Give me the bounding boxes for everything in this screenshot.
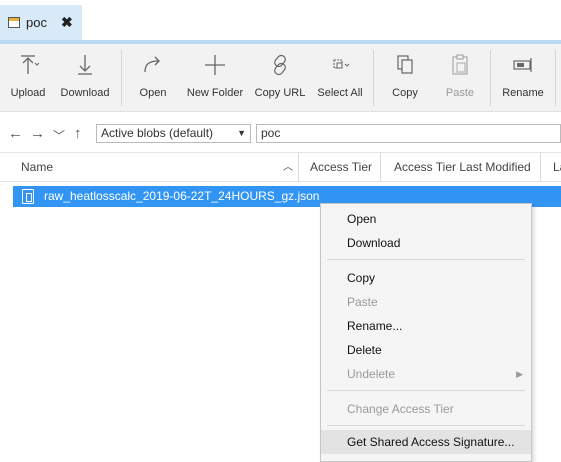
blob-filter-select[interactable]: Active blobs (default) ▼	[96, 124, 251, 143]
sort-up-icon: ︿	[283, 162, 293, 173]
menu-item-get-sas[interactable]: Get Shared Access Signature...	[321, 430, 531, 454]
menu-item-open[interactable]: Open	[321, 207, 531, 231]
toolbar-divider	[373, 50, 374, 106]
column-divider[interactable]	[540, 153, 541, 182]
dropdown-arrow-icon: ▼	[237, 128, 246, 138]
plus-icon	[205, 55, 225, 75]
tab-bar: poc ✖	[0, 0, 561, 44]
column-access-tier-modified[interactable]: Access Tier Last Modified	[394, 153, 531, 182]
open-label: Open	[139, 87, 167, 99]
column-divider[interactable]	[380, 153, 381, 182]
upload-icon	[21, 55, 40, 74]
column-header: Name ︿ Access Tier Access Tier Last Modi…	[0, 152, 561, 182]
address-bar: ← → ﹀ ↑ Active blobs (default) ▼ poc	[0, 120, 561, 148]
upload-button[interactable]: Upload	[6, 52, 50, 108]
copy-icon	[397, 55, 413, 74]
menu-separator	[327, 259, 525, 260]
toolbar-divider	[555, 50, 556, 106]
blob-filter-value: Active blobs (default)	[101, 126, 214, 140]
forward-arrow-icon[interactable]: →	[30, 125, 45, 142]
copy-url-button[interactable]: Copy URL	[255, 52, 305, 108]
paste-button: Paste	[441, 52, 479, 108]
menu-item-copy[interactable]: Copy	[321, 266, 531, 290]
chevron-down-icon[interactable]: ﹀	[53, 127, 65, 144]
toolbar-divider	[490, 50, 491, 106]
select-all-icon	[333, 59, 350, 69]
link-icon	[274, 54, 286, 76]
download-button[interactable]: Download	[58, 52, 112, 108]
new-folder-button[interactable]: New Folder	[186, 52, 244, 108]
tab-poc[interactable]: poc ✖	[0, 5, 82, 40]
tab-label: poc	[26, 15, 47, 30]
menu-item-undelete: Undelete ▶	[321, 362, 531, 386]
json-file-icon	[22, 189, 34, 204]
file-name: raw_heatlosscalc_2019-06-22T_24HOURS_gz.…	[44, 189, 320, 203]
rename-icon	[513, 58, 532, 72]
container-icon	[8, 17, 20, 28]
paste-label: Paste	[445, 87, 475, 99]
open-button[interactable]: Open	[132, 52, 174, 108]
column-name[interactable]: Name	[21, 153, 53, 182]
toolbar: Upload Download Open New Folder Copy URL…	[0, 44, 561, 112]
menu-item-change-access-tier: Change Access Tier	[347, 402, 454, 416]
copy-button[interactable]: Copy	[386, 52, 424, 108]
up-arrow-icon[interactable]: ↑	[74, 125, 82, 142]
new-folder-label: New Folder	[186, 87, 244, 99]
rename-button[interactable]: Rename	[500, 52, 546, 108]
column-access-tier[interactable]: Access Tier	[310, 153, 372, 182]
menu-item-rename[interactable]: Rename...	[321, 314, 531, 338]
open-icon	[144, 56, 160, 73]
upload-label: Upload	[10, 87, 46, 99]
download-icon	[78, 55, 92, 75]
column-last[interactable]: La	[553, 153, 561, 182]
close-icon[interactable]: ✖	[61, 14, 73, 31]
column-divider[interactable]	[298, 153, 299, 182]
copy-url-label: Copy URL	[254, 87, 306, 99]
toolbar-divider	[121, 50, 122, 106]
path-input[interactable]: poc	[256, 124, 561, 143]
menu-item-delete[interactable]: Delete	[321, 338, 531, 362]
menu-item-paste: Paste	[347, 295, 378, 309]
rename-label: Rename	[502, 87, 544, 99]
paste-icon	[452, 54, 468, 75]
menu-separator	[327, 390, 525, 391]
context-menu: Open Download Copy Paste Rename... Delet…	[320, 203, 532, 462]
copy-label: Copy	[392, 87, 418, 99]
download-label: Download	[60, 87, 110, 99]
menu-item-undelete-label: Undelete	[347, 367, 396, 381]
menu-separator	[327, 425, 525, 426]
back-arrow-icon[interactable]: ←	[8, 125, 23, 142]
select-all-button[interactable]: Select All	[316, 52, 364, 108]
menu-item-download[interactable]: Download	[321, 231, 531, 255]
submenu-arrow-icon: ▶	[516, 369, 523, 379]
select-all-label: Select All	[317, 87, 363, 99]
